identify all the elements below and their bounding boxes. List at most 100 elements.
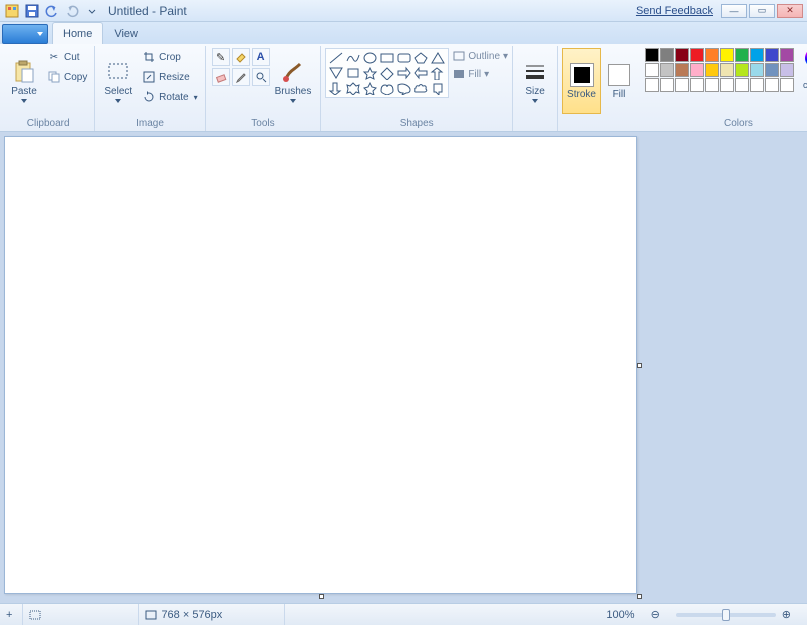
picker-tool[interactable] — [232, 68, 250, 86]
shape-item[interactable] — [413, 81, 429, 95]
color-swatch[interactable] — [765, 78, 779, 92]
fill-tool[interactable] — [232, 48, 250, 66]
undo-icon[interactable] — [44, 3, 60, 19]
color-swatch[interactable] — [675, 78, 689, 92]
shape-item[interactable] — [379, 51, 395, 65]
shape-item[interactable] — [396, 81, 412, 95]
app-menu-button[interactable] — [2, 24, 48, 44]
crop-button[interactable]: Crop — [139, 48, 200, 66]
selection-icon — [29, 610, 41, 620]
group-clipboard: Paste ✂Cut Copy Clipboard — [2, 46, 95, 131]
color-swatch[interactable] — [780, 48, 794, 62]
color-swatch[interactable] — [645, 78, 659, 92]
color-swatch[interactable] — [720, 78, 734, 92]
color-swatch[interactable] — [705, 48, 719, 62]
group-label: Clipboard — [6, 117, 90, 131]
tab-view[interactable]: View — [103, 22, 149, 44]
color-swatch[interactable] — [675, 48, 689, 62]
shape-item[interactable] — [345, 66, 361, 80]
group-colors: Edit colors Colors — [641, 46, 807, 131]
shape-item[interactable] — [379, 66, 395, 80]
size-button[interactable]: Size — [517, 48, 553, 114]
send-feedback-link[interactable]: Send Feedback — [636, 5, 713, 17]
brushes-button[interactable]: Brushes — [270, 48, 317, 114]
color-swatch[interactable] — [735, 78, 749, 92]
shape-item[interactable] — [362, 81, 378, 95]
copy-button[interactable]: Copy — [44, 68, 90, 86]
shape-fill-option[interactable]: Fill ▾ — [453, 66, 508, 82]
shape-item[interactable] — [430, 66, 446, 80]
redo-icon[interactable] — [64, 3, 80, 19]
shape-item[interactable] — [328, 66, 344, 80]
color-swatch[interactable] — [780, 63, 794, 77]
shape-item[interactable] — [413, 51, 429, 65]
shape-item[interactable] — [396, 51, 412, 65]
color-swatch[interactable] — [720, 63, 734, 77]
zoom-level: 100% — [606, 604, 644, 625]
stroke-color-button[interactable]: Stroke — [562, 48, 601, 114]
shape-item[interactable] — [413, 66, 429, 80]
color-swatch[interactable] — [765, 48, 779, 62]
shape-item[interactable] — [430, 51, 446, 65]
zoom-out-button[interactable]: ⊖ — [651, 604, 670, 625]
shape-item[interactable] — [328, 51, 344, 65]
paste-button[interactable]: Paste — [6, 48, 42, 114]
text-tool[interactable]: A — [252, 48, 270, 66]
save-icon[interactable] — [24, 3, 40, 19]
color-swatch[interactable] — [765, 63, 779, 77]
color-swatch[interactable] — [660, 78, 674, 92]
color-swatch[interactable] — [660, 48, 674, 62]
work-area[interactable] — [0, 132, 807, 603]
color-swatch[interactable] — [690, 78, 704, 92]
color-swatch[interactable] — [645, 48, 659, 62]
shape-item[interactable] — [345, 51, 361, 65]
resize-handle-bottom[interactable] — [319, 594, 324, 599]
shapes-gallery[interactable] — [325, 48, 449, 98]
color-swatch[interactable] — [675, 63, 689, 77]
cut-button[interactable]: ✂Cut — [44, 48, 90, 66]
shape-item[interactable] — [328, 81, 344, 95]
shape-item[interactable] — [362, 51, 378, 65]
color-swatch[interactable] — [750, 63, 764, 77]
rotate-button[interactable]: Rotate▾ — [139, 88, 200, 106]
color-swatch[interactable] — [705, 78, 719, 92]
color-swatch[interactable] — [780, 78, 794, 92]
shape-item[interactable] — [345, 81, 361, 95]
zoom-tool[interactable] — [252, 68, 270, 86]
edit-colors-button[interactable]: Edit colors — [798, 48, 807, 90]
stroke-swatch-icon — [570, 63, 594, 87]
fill-color-button[interactable]: Fill — [601, 48, 637, 114]
color-swatch[interactable] — [705, 63, 719, 77]
qat-dropdown-icon[interactable] — [84, 3, 100, 19]
eraser-tool[interactable] — [212, 68, 230, 86]
shape-item[interactable] — [362, 66, 378, 80]
shape-outline-option[interactable]: Outline ▾ — [453, 48, 508, 64]
shape-item[interactable] — [430, 81, 446, 95]
maximize-button[interactable]: ▭ — [749, 4, 775, 18]
fill-swatch-icon — [607, 63, 631, 87]
tab-home[interactable]: Home — [52, 22, 103, 44]
color-swatch[interactable] — [750, 78, 764, 92]
brush-icon — [281, 60, 305, 84]
resize-button[interactable]: Resize — [139, 68, 200, 86]
pencil-tool[interactable]: ✎ — [212, 48, 230, 66]
select-button[interactable]: Select — [99, 48, 137, 114]
zoom-in-button[interactable]: ⊕ — [782, 604, 801, 625]
color-swatch[interactable] — [645, 63, 659, 77]
color-swatch[interactable] — [735, 48, 749, 62]
shape-item[interactable] — [379, 81, 395, 95]
minimize-button[interactable]: — — [721, 4, 747, 18]
canvas[interactable] — [4, 136, 637, 594]
resize-handle-corner[interactable] — [637, 594, 642, 599]
color-swatch[interactable] — [690, 48, 704, 62]
resize-handle-right[interactable] — [637, 363, 642, 368]
color-swatch[interactable] — [735, 63, 749, 77]
shape-item[interactable] — [396, 66, 412, 80]
color-swatch[interactable] — [660, 63, 674, 77]
color-swatch[interactable] — [720, 48, 734, 62]
close-button[interactable]: ✕ — [777, 4, 803, 18]
color-swatch[interactable] — [690, 63, 704, 77]
zoom-slider[interactable] — [676, 613, 776, 617]
size-icon — [523, 60, 547, 84]
color-swatch[interactable] — [750, 48, 764, 62]
